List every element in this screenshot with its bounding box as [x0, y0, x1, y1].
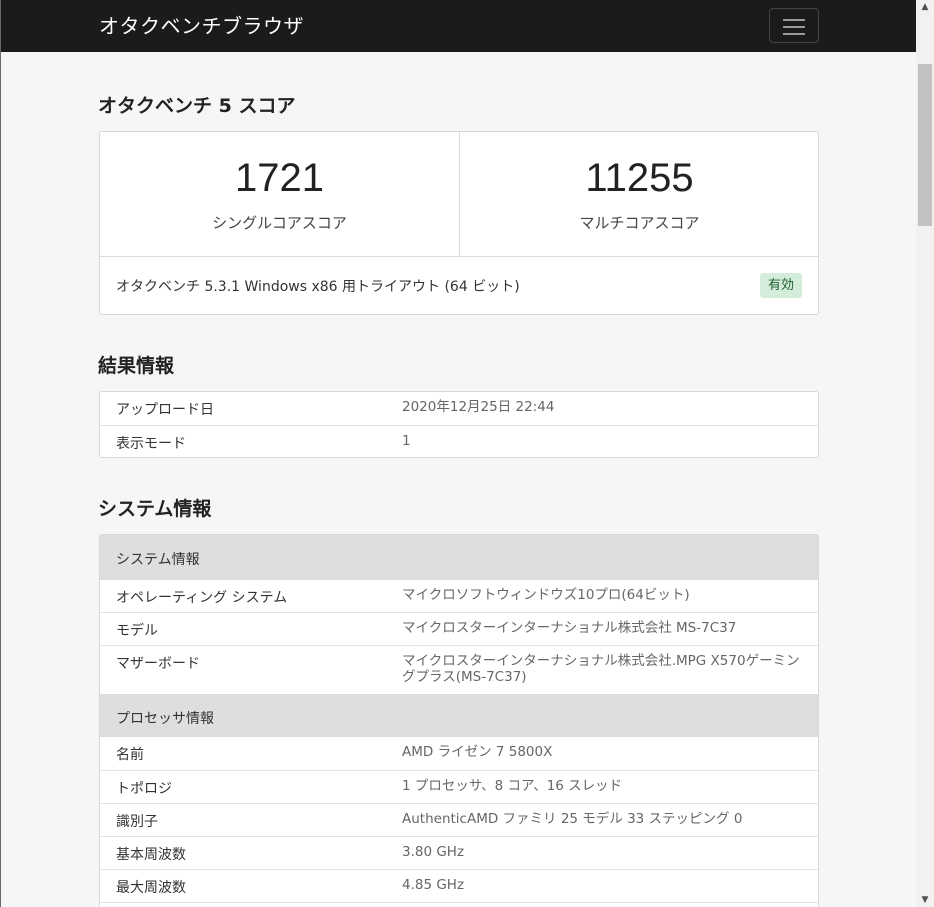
table-row: 識別子 AuthenticAMD ファミリ 25 モデル 33 ステッピング 0: [100, 803, 818, 836]
table-row: オペレーティング システム マイクロソフトウィンドウズ10プロ(64ビット): [100, 580, 818, 613]
score-title: オタクベンチ 5 スコア: [98, 95, 296, 117]
single-core-label: シングルコアスコア: [212, 214, 347, 232]
menu-toggle-button[interactable]: [769, 8, 819, 43]
row-value: AMD ライゼン 7 5800X: [402, 744, 553, 760]
page-scrollbar[interactable]: ▲ ▼: [916, 0, 934, 907]
scroll-down-icon[interactable]: ▼: [916, 893, 934, 907]
score-card: 1721 シングルコアスコア 11255 マルチコアスコア オタクベンチ 5.3…: [99, 131, 819, 315]
row-key: アップロード日: [116, 402, 214, 418]
hamburger-icon: [783, 19, 805, 21]
table-row: [100, 902, 818, 907]
row-value: マイクロソフトウィンドウズ10プロ(64ビット): [402, 587, 690, 603]
row-value: 3.80 GHz: [402, 844, 465, 860]
row-key: マザーボード: [116, 656, 200, 672]
valid-badge: 有効: [759, 273, 802, 298]
single-core-score: 1721 シングルコアスコア: [100, 132, 459, 256]
system-title: システム情報: [98, 498, 212, 520]
row-key: 識別子: [116, 814, 158, 830]
row-value: 1: [402, 433, 411, 449]
table-row: トポロジ 1 プロセッサ、8 コア、16 スレッド: [100, 770, 818, 803]
table-row: アップロード日 2020年12月25日 22:44: [100, 392, 818, 425]
row-value: マイクロスターインターナショナル株式会社.MPG X570ゲーミングプラス(MS…: [402, 653, 800, 685]
multi-core-label: マルチコアスコア: [579, 214, 700, 232]
multi-core-value: 11255: [585, 156, 694, 200]
row-key: オペレーティング システム: [116, 590, 288, 606]
system-card: システム情報 オペレーティング システム マイクロソフトウィンドウズ10プロ(6…: [99, 534, 819, 907]
single-core-value: 1721: [235, 156, 324, 200]
result-card: アップロード日 2020年12月25日 22:44 表示モード 1: [99, 391, 819, 458]
version-text: オタクベンチ 5.3.1 Windows x86 用トライアウト (64 ビット…: [116, 279, 520, 295]
row-value: マイクロスターインターナショナル株式会社 MS-7C37: [402, 620, 737, 636]
row-value: 1 プロセッサ、8 コア、16 スレッド: [402, 778, 623, 794]
row-key: モデル: [116, 623, 158, 639]
scroll-up-icon[interactable]: ▲: [916, 0, 934, 14]
table-row: 表示モード 1: [100, 425, 818, 458]
brand-link[interactable]: オタクベンチブラウザ: [99, 10, 304, 39]
row-key: 最大周波数: [116, 880, 186, 896]
result-title: 結果情報: [98, 355, 175, 377]
row-value: AuthenticAMD ファミリ 25 モデル 33 ステッピング 0: [402, 811, 743, 827]
multi-core-score: 11255 マルチコアスコア: [460, 132, 819, 256]
row-key: 表示モード: [116, 436, 186, 452]
table-row: 名前 AMD ライゼン 7 5800X: [100, 737, 818, 770]
row-value: 4.85 GHz: [402, 877, 465, 893]
table-row: 最大周波数 4.85 GHz: [100, 869, 818, 902]
row-value: 2020年12月25日 22:44: [402, 399, 555, 415]
group-header-processor: プロセッサ情報: [100, 694, 818, 737]
table-row: 基本周波数 3.80 GHz: [100, 836, 818, 869]
score-footer: オタクベンチ 5.3.1 Windows x86 用トライアウト (64 ビット…: [100, 256, 818, 314]
row-key: 名前: [116, 747, 144, 763]
group-header-system: システム情報: [100, 535, 818, 580]
row-key: トポロジ: [116, 781, 172, 797]
row-key: 基本周波数: [116, 847, 186, 863]
scroll-thumb[interactable]: [918, 64, 932, 226]
table-row: モデル マイクロスターインターナショナル株式会社 MS-7C37: [100, 612, 818, 645]
navbar: オタクベンチブラウザ: [1, 0, 916, 52]
table-row: マザーボード マイクロスターインターナショナル株式会社.MPG X570ゲーミン…: [100, 645, 818, 694]
